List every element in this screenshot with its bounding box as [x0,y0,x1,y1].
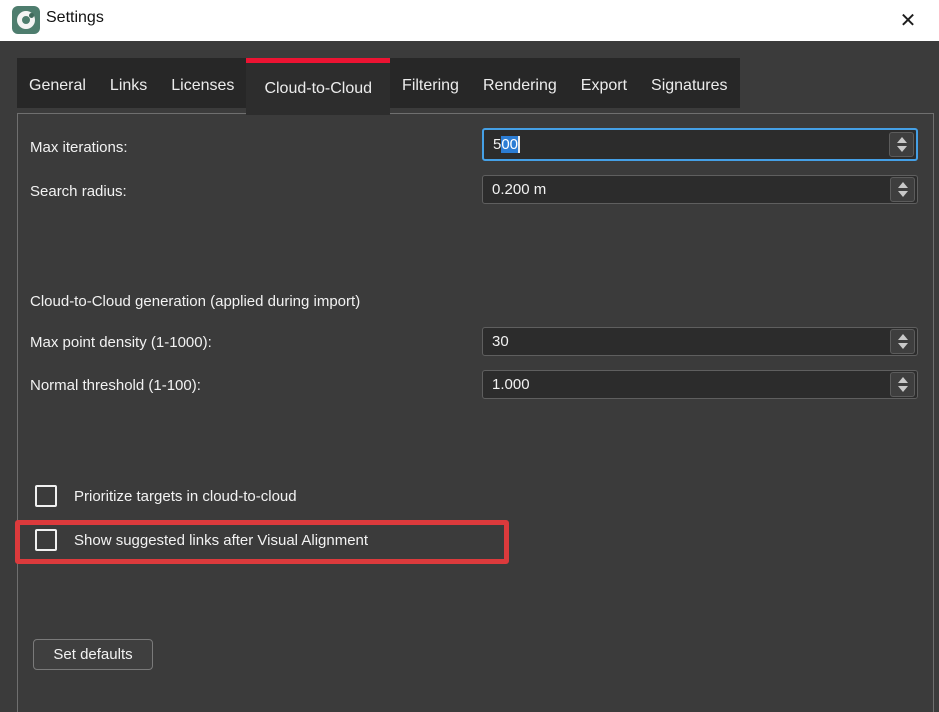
checkbox-unchecked-icon[interactable] [35,529,57,551]
text-caret [518,136,520,153]
set-defaults-button[interactable]: Set defaults [33,639,153,670]
app-icon-notch [29,13,34,18]
search-radius-label: Search radius: [30,183,127,200]
max-iterations-value: 500 [484,136,889,153]
app-icon [12,6,40,34]
spin-down-icon[interactable] [898,343,908,349]
title-bar: Settings ✕ [0,0,939,41]
search-radius-input[interactable]: 0.200 m [482,175,918,204]
show-suggested-links-label: Show suggested links after Visual Alignm… [74,532,368,549]
max-point-density-label: Max point density (1-1000): [30,334,212,351]
search-radius-value: 0.200 m [483,181,890,198]
max-point-density-value: 30 [483,333,890,350]
max-point-density-spinner[interactable] [890,329,915,354]
normal-threshold-input[interactable]: 1.000 [482,370,918,399]
show-suggested-links-checkbox-row[interactable]: Show suggested links after Visual Alignm… [35,529,368,551]
normal-threshold-spinner[interactable] [890,372,915,397]
dialog-body: General Links Licenses Cloud-to-Cloud Fi… [0,41,939,712]
checkbox-unchecked-icon[interactable] [35,485,57,507]
tab-export[interactable]: Export [569,58,639,108]
prioritize-targets-checkbox-row[interactable]: Prioritize targets in cloud-to-cloud [35,485,297,507]
spin-up-icon[interactable] [898,334,908,340]
tab-cloud-to-cloud[interactable]: Cloud-to-Cloud [246,58,390,115]
max-iterations-label: Max iterations: [30,139,128,156]
max-iterations-input[interactable]: 500 [482,128,918,161]
spin-up-icon[interactable] [897,137,907,143]
tab-rendering[interactable]: Rendering [471,58,569,108]
section-header: Cloud-to-Cloud generation (applied durin… [30,293,360,310]
max-iterations-spinner[interactable] [889,132,914,157]
spin-down-icon[interactable] [898,191,908,197]
selected-text: 00 [501,136,518,153]
tab-signatures[interactable]: Signatures [639,58,740,108]
settings-window: Settings ✕ General Links Licenses Cloud-… [0,0,939,712]
spin-up-icon[interactable] [898,182,908,188]
normal-threshold-value: 1.000 [483,376,890,393]
tab-general[interactable]: General [17,58,98,108]
spin-up-icon[interactable] [898,377,908,383]
window-title: Settings [46,9,104,27]
spin-down-icon[interactable] [898,386,908,392]
max-point-density-input[interactable]: 30 [482,327,918,356]
spin-down-icon[interactable] [897,146,907,152]
tab-filtering[interactable]: Filtering [390,58,471,108]
search-radius-spinner[interactable] [890,177,915,202]
tab-links[interactable]: Links [98,58,159,108]
prioritize-targets-label: Prioritize targets in cloud-to-cloud [74,488,297,505]
tab-licenses[interactable]: Licenses [159,58,246,108]
normal-threshold-label: Normal threshold (1-100): [30,377,201,394]
tab-bar: General Links Licenses Cloud-to-Cloud Fi… [17,58,740,108]
close-icon[interactable]: ✕ [893,5,923,35]
